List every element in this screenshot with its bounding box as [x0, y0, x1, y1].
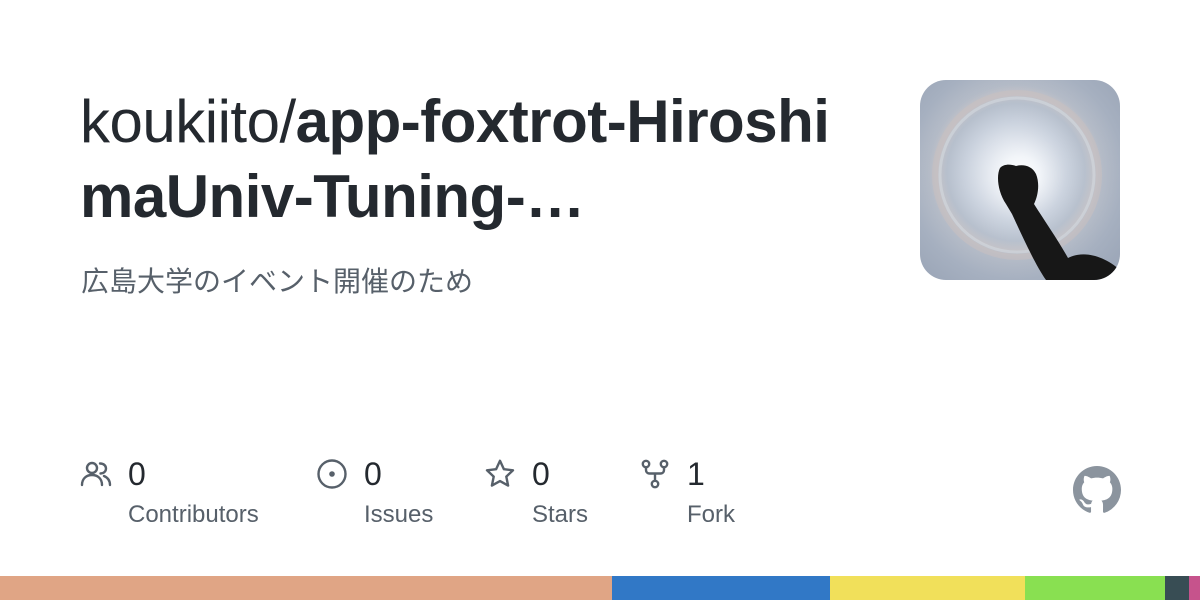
language-segment [1165, 576, 1190, 600]
star-icon [484, 458, 516, 490]
language-segment [1189, 576, 1200, 600]
contributors-count: 0 [128, 456, 146, 492]
forks-label: Fork [687, 501, 735, 528]
github-logo-icon[interactable] [1073, 466, 1121, 514]
repo-title: koukiito/app-foxtrot-HiroshimaUniv-Tunin… [80, 84, 840, 234]
stars-label: Stars [532, 501, 589, 528]
language-bar [0, 576, 1200, 600]
language-segment [612, 576, 831, 600]
repo-social-card: koukiito/app-foxtrot-HiroshimaUniv-Tunin… [0, 0, 1200, 600]
owner-avatar[interactable] [920, 80, 1120, 280]
language-segment [0, 576, 612, 600]
repo-owner[interactable]: koukiito/ [80, 88, 296, 155]
issues-label: Issues [364, 501, 434, 528]
repo-forked-icon [639, 458, 671, 490]
language-segment [1024, 576, 1166, 600]
language-segment [830, 576, 1025, 600]
contributors-label: Contributors [128, 501, 259, 528]
people-icon [80, 458, 112, 490]
issue-opened-icon [316, 458, 348, 490]
issues-count: 0 [364, 456, 382, 492]
avatar-image [920, 80, 1120, 280]
stars-count: 0 [532, 456, 550, 492]
forks-count: 1 [687, 456, 705, 492]
repo-description: 広島大学のイベント開催のため [81, 265, 474, 298]
